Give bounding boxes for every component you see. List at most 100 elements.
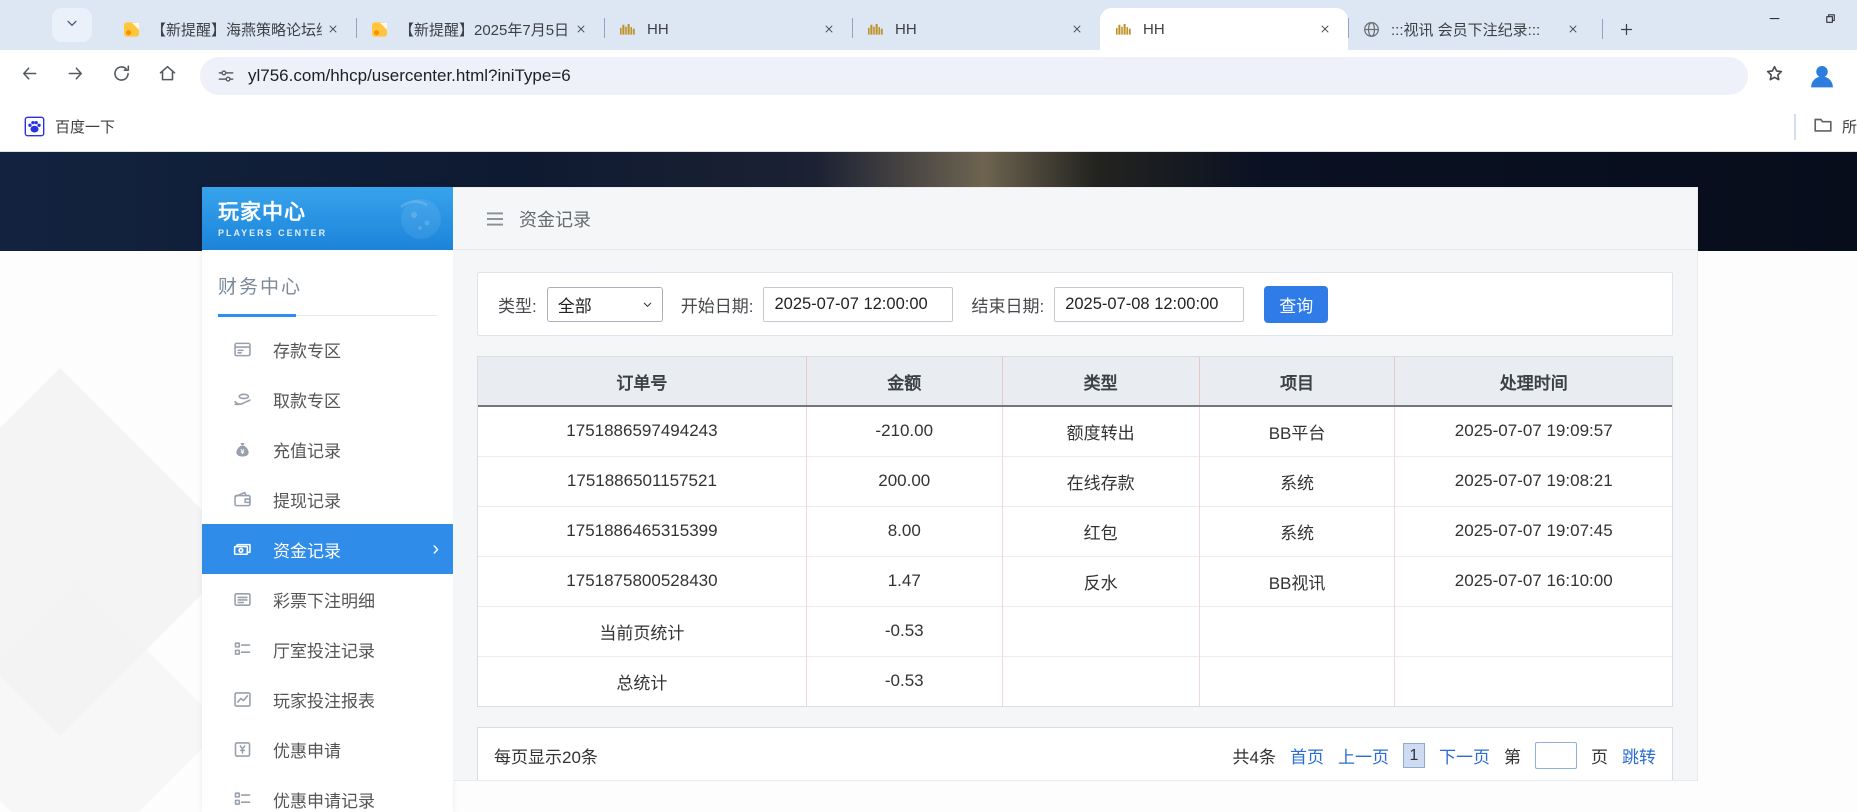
table-cell: 1.47 [806,556,1002,606]
table-row: 当前页统计-0.53 [478,606,1672,656]
pagination-bar: 每页显示20条 共4条 首页 上一页 1 下一页 第 页 跳转 [477,727,1673,781]
start-date-input[interactable] [763,287,953,322]
folder-icon [1812,114,1842,140]
table-cell: -0.53 [806,606,1002,656]
table-cell: 1751886465315399 [478,506,806,556]
browser-tab[interactable]: HH [604,8,852,50]
per-page-label: 每页显示20条 [494,743,598,768]
tab-strip-separator [1602,19,1603,39]
table-cell: 在线存款 [1002,456,1199,506]
sidebar-item[interactable]: 取款专区 › [202,374,453,424]
list-detail-icon [232,589,253,610]
sidebar-item[interactable]: 资金记录 › [202,524,453,574]
main-header: 资金记录 [453,188,1697,250]
table-cell: 2025-07-07 19:08:21 [1395,456,1672,506]
column-header: 金额 [806,357,1002,406]
sidebar-item[interactable]: 厅室投注记录 › [202,624,453,674]
type-select[interactable]: 全部 [547,287,663,322]
report-chart-icon [232,689,253,710]
profile-avatar[interactable] [1806,60,1838,92]
minimize-button[interactable] [1757,4,1791,38]
forward-icon [65,63,86,89]
tab-search-chevron-button[interactable] [52,8,92,42]
end-date-input[interactable] [1054,287,1244,322]
table-cell [1395,606,1672,656]
table-cell: -0.53 [806,656,1002,706]
new-tab-button[interactable] [1611,14,1641,44]
address-bar[interactable]: yl756.com/hhcp/usercenter.html?iniType=6 [200,57,1748,95]
reload-icon [111,63,132,89]
list-check-icon [232,639,253,660]
restore-button[interactable] [1813,4,1847,38]
tab-close-button[interactable] [570,18,592,40]
tab-title: HH [647,21,818,38]
table-cell: 2025-07-07 16:10:00 [1395,556,1672,606]
tab-close-button[interactable] [1562,18,1584,40]
table-cell: 反水 [1002,556,1199,606]
tab-close-button[interactable] [818,18,840,40]
hamburger-icon [485,211,505,227]
browser-tab[interactable]: HH [852,8,1100,50]
section-underline [218,315,437,316]
main-content: 资金记录 类型: 全部 开始日期: 结束日期: 查询 订单号金额类型项目处理时间 [453,187,1698,781]
prev-page-link[interactable]: 上一页 [1338,743,1389,768]
list-check-icon [232,789,253,810]
home-button[interactable] [148,57,186,95]
tab-close-button[interactable] [1314,18,1336,40]
web-page: 玩家中心 PLAYERS CENTER 财务中心 存款专区 › 取款专区 › [0,152,1857,812]
sidebar-item[interactable]: 优惠申请记录 › [202,774,453,812]
sidebar-item-label: 存款专区 [273,337,341,362]
avatar-icon [1806,79,1838,96]
table-cell: 红包 [1002,506,1199,556]
browser-tab[interactable]: 【新提醒】海燕策略论坛综 [108,8,356,50]
sidebar-item[interactable]: 提现记录 › [202,474,453,524]
tab-strip: 【新提醒】海燕策略论坛综 【新提醒】2025年7月5日 HH HH HH :::… [108,8,1641,50]
sidebar-item-label: 玩家投注报表 [273,687,375,712]
total-count-label: 共4条 [1233,743,1276,768]
money-bag-icon: ¥ [232,439,253,460]
bookmark-baidu[interactable]: 百度一下 [24,116,115,137]
bookmarks-overflow-area: 所 [1794,102,1857,151]
sidebar-section: 财务中心 [202,250,453,316]
browser-tab[interactable]: :::视讯 会员下注纪录::: [1348,8,1596,50]
table-cell: 总统计 [478,656,806,706]
table-cell: 额度转出 [1002,406,1199,456]
table-header-row: 订单号金额类型项目处理时间 [478,357,1672,406]
page-jump-input[interactable] [1535,742,1577,769]
reload-button[interactable] [102,57,140,95]
bookmark-star-button[interactable] [1756,58,1792,94]
tab-close-button[interactable] [1066,18,1088,40]
browser-tab[interactable]: HH [1100,8,1348,50]
forward-button[interactable] [56,57,94,95]
next-page-link[interactable]: 下一页 [1439,743,1490,768]
sidebar-item-label: 厅室投注记录 [273,637,375,662]
column-header: 处理时间 [1395,357,1672,406]
all-bookmarks-folder[interactable]: 所 [1812,114,1857,140]
jump-link[interactable]: 跳转 [1622,743,1656,768]
url-text: yl756.com/hhcp/usercenter.html?iniType=6 [248,66,571,86]
deposit-card-icon [232,339,253,360]
gamepad-decoration [387,193,447,248]
site-settings-icon[interactable] [216,66,236,86]
browser-tab[interactable]: 【新提醒】2025年7月5日 [356,8,604,50]
first-page-link[interactable]: 首页 [1290,743,1324,768]
table-row: 1751886501157521200.00在线存款系统2025-07-07 1… [478,456,1672,506]
sidebar-item[interactable]: 玩家投注报表 › [202,674,453,724]
sidebar-item-label: 取款专区 [273,387,341,412]
tab-title: 【新提醒】2025年7月5日 [399,19,570,40]
browser-tab-bar: 【新提醒】海燕策略论坛综 【新提醒】2025年7月5日 HH HH HH :::… [0,0,1857,50]
sidebar-item[interactable]: 彩票下注明细 › [202,574,453,624]
sidebar-item[interactable]: ¥ 充值记录 › [202,424,453,474]
back-button[interactable] [10,57,48,95]
screenshot-stage: 【新提醒】海燕策略论坛综 【新提醒】2025年7月5日 HH HH HH :::… [0,0,1857,812]
query-button[interactable]: 查询 [1264,286,1328,323]
gold-bars-icon [866,20,885,39]
chevron-right-icon: › [432,539,439,559]
sidebar-item[interactable]: 优惠申请 › [202,724,453,774]
coupon-icon [232,739,253,760]
sidebar-item[interactable]: 存款专区 › [202,324,453,374]
table-cell [1199,656,1395,706]
tab-close-button[interactable] [322,18,344,40]
table-cell: 2025-07-07 19:09:57 [1395,406,1672,456]
table-cell [1395,656,1672,706]
